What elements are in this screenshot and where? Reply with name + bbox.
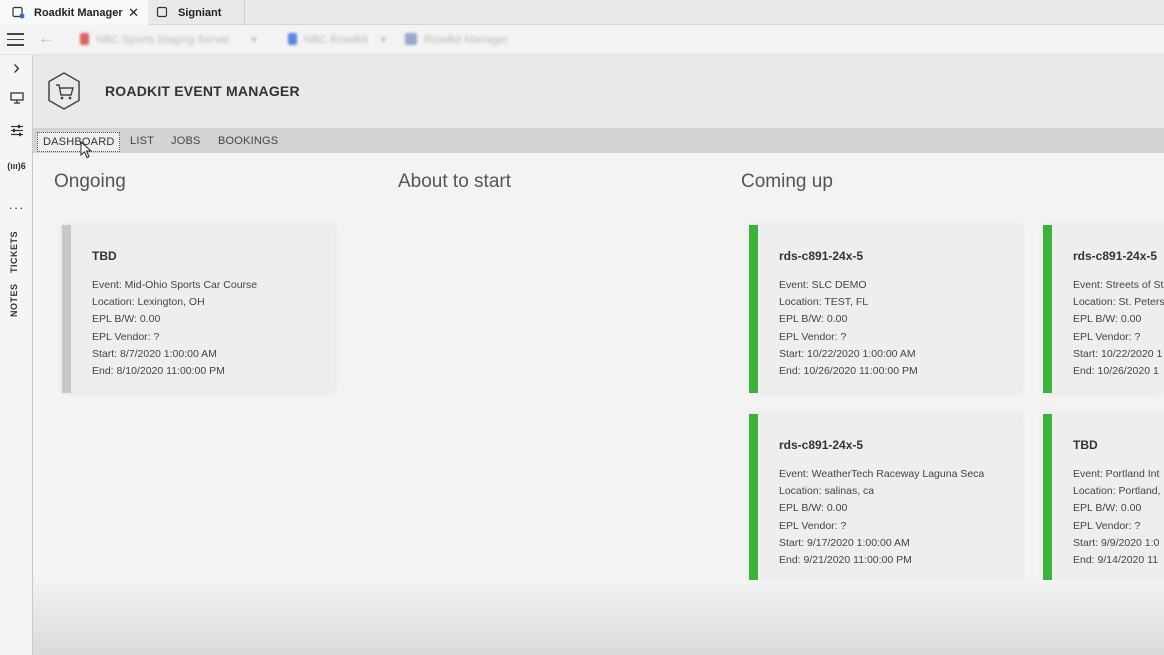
card-vendor: EPL Vendor: ? — [1073, 520, 1141, 532]
back-arrow-icon[interactable]: ← — [38, 30, 54, 48]
card-vendor: EPL Vendor: ? — [1073, 331, 1141, 343]
breadcrumb-roadkit[interactable]: NBC Roadkit ▾ — [288, 33, 386, 46]
cart-hexagon-logo-icon — [48, 72, 80, 110]
event-card[interactable]: rds-c891-24x-5 Event: WeatherTech Racewa… — [749, 414, 1021, 582]
card-event: Event: SLC DEMO — [779, 279, 867, 291]
monitor-icon[interactable] — [0, 91, 33, 109]
card-location: Location: St. Peters — [1073, 296, 1164, 308]
nav-jobs[interactable]: JOBS — [166, 132, 206, 152]
column-heading-ongoing: Ongoing — [54, 171, 126, 192]
status-bar — [62, 225, 71, 393]
card-location: Location: Portland, — [1073, 485, 1161, 497]
manager-icon — [405, 33, 417, 45]
tickets-panel-tab[interactable]: TICKETS — [9, 231, 19, 273]
card-event: Event: Mid-Ohio Sports Car Course — [92, 279, 258, 291]
card-vendor: EPL Vendor: ? — [779, 331, 847, 343]
card-event: Event: Portland Int — [1073, 468, 1160, 480]
card-bandwidth: EPL B/W: 0.00 — [779, 313, 848, 325]
card-end: End: 10/26/2020 1 — [1073, 365, 1159, 377]
card-vendor: EPL Vendor: ? — [779, 520, 847, 532]
breadcrumb-manager[interactable]: Roadkit Manager — [405, 33, 508, 46]
breadcrumb-server[interactable]: NBC Sports Staging Server ▾ — [80, 33, 256, 46]
column-heading-about-to-start: About to start — [398, 171, 512, 192]
card-start: Start: 8/7/2020 1:00:00 AM — [92, 348, 217, 360]
card-end: End: 8/10/2020 11:00:00 PM — [92, 365, 225, 377]
event-card[interactable]: TBD Event: Portland Int Location: Portla… — [1043, 414, 1164, 582]
app-window-icon — [156, 6, 168, 18]
card-title: rds-c891-24x-5 — [779, 438, 864, 452]
card-event: Event: Streets of St — [1073, 279, 1164, 291]
app-window-icon — [12, 6, 25, 19]
notes-panel-tab[interactable]: NOTES — [9, 283, 19, 317]
close-tab-icon[interactable]: ✕ — [128, 5, 139, 21]
card-title: TBD — [92, 249, 117, 263]
card-start: Start: 9/9/2020 1:0 — [1073, 537, 1160, 549]
expand-chevron-icon[interactable]: › — [0, 57, 33, 80]
card-bandwidth: EPL B/W: 0.00 — [1073, 313, 1142, 325]
mouse-pointer-icon — [80, 141, 92, 159]
status-bar — [1043, 414, 1052, 582]
nav-bookings[interactable]: BOOKINGS — [213, 132, 283, 152]
tab-label: Signiant — [178, 6, 222, 19]
event-card[interactable]: rds-c891-24x-5 Event: Streets of St Loca… — [1043, 225, 1164, 393]
tab-roadkit-manager[interactable]: Roadkit Manager ✕ — [0, 0, 148, 25]
app-title: ROADKIT EVENT MANAGER — [105, 83, 300, 99]
hamburger-menu-icon[interactable] — [7, 33, 24, 46]
server-icon — [80, 33, 89, 45]
status-bar — [749, 414, 758, 582]
bottom-fade — [33, 580, 1164, 655]
main-nav: DASHBOARD LIST JOBS BOOKINGS — [33, 128, 1164, 153]
signal-count-badge[interactable]: (ııı)6 — [0, 161, 33, 171]
tab-label: Roadkit Manager — [34, 6, 123, 19]
card-end: End: 9/21/2020 11:00:00 PM — [779, 554, 912, 566]
card-location: Location: Lexington, OH — [92, 296, 205, 308]
chevron-down-icon[interactable]: ▾ — [251, 34, 257, 46]
card-start: Start: 9/17/2020 1:00:00 AM — [779, 537, 910, 549]
card-end: End: 9/14/2020 11 — [1073, 554, 1159, 566]
toolbar: ← NBC Sports Staging Server ▾ NBC Roadki… — [0, 25, 1164, 55]
card-title: TBD — [1073, 438, 1098, 452]
nav-dashboard[interactable]: DASHBOARD — [37, 132, 121, 152]
roadkit-icon — [288, 33, 297, 45]
nav-list[interactable]: LIST — [125, 132, 159, 152]
left-rail: › (ııı)6 ··· TICKETS NOTES — [0, 55, 33, 655]
event-card[interactable]: rds-c891-24x-5 Event: SLC DEMO Location:… — [749, 225, 1021, 393]
chevron-down-icon[interactable]: ▾ — [381, 34, 387, 46]
more-options-icon[interactable]: ··· — [0, 200, 33, 215]
column-heading-coming-up: Coming up — [741, 171, 833, 192]
window-tab-bar: Roadkit Manager ✕ Signiant — [0, 0, 1164, 25]
status-bar — [749, 225, 758, 393]
card-event: Event: WeatherTech Raceway Laguna Seca — [779, 468, 985, 480]
card-bandwidth: EPL B/W: 0.00 — [92, 313, 161, 325]
sliders-icon[interactable] — [0, 124, 33, 142]
card-start: Start: 10/22/2020 1 — [1073, 348, 1163, 360]
card-title: rds-c891-24x-5 — [779, 249, 864, 263]
event-card[interactable]: TBD Event: Mid-Ohio Sports Car Course Lo… — [62, 225, 334, 393]
card-bandwidth: EPL B/W: 0.00 — [779, 502, 848, 514]
app-header: ROADKIT EVENT MANAGER — [33, 55, 1164, 128]
card-location: Location: salinas, ca — [779, 485, 875, 497]
card-start: Start: 10/22/2020 1:00:00 AM — [779, 348, 916, 360]
card-bandwidth: EPL B/W: 0.00 — [1073, 502, 1142, 514]
status-bar — [1043, 225, 1052, 393]
card-location: Location: TEST, FL — [779, 296, 869, 308]
card-vendor: EPL Vendor: ? — [92, 331, 160, 343]
card-title: rds-c891-24x-5 — [1073, 249, 1158, 263]
tab-signiant[interactable]: Signiant — [148, 0, 245, 25]
card-end: End: 10/26/2020 11:00:00 PM — [779, 365, 918, 377]
